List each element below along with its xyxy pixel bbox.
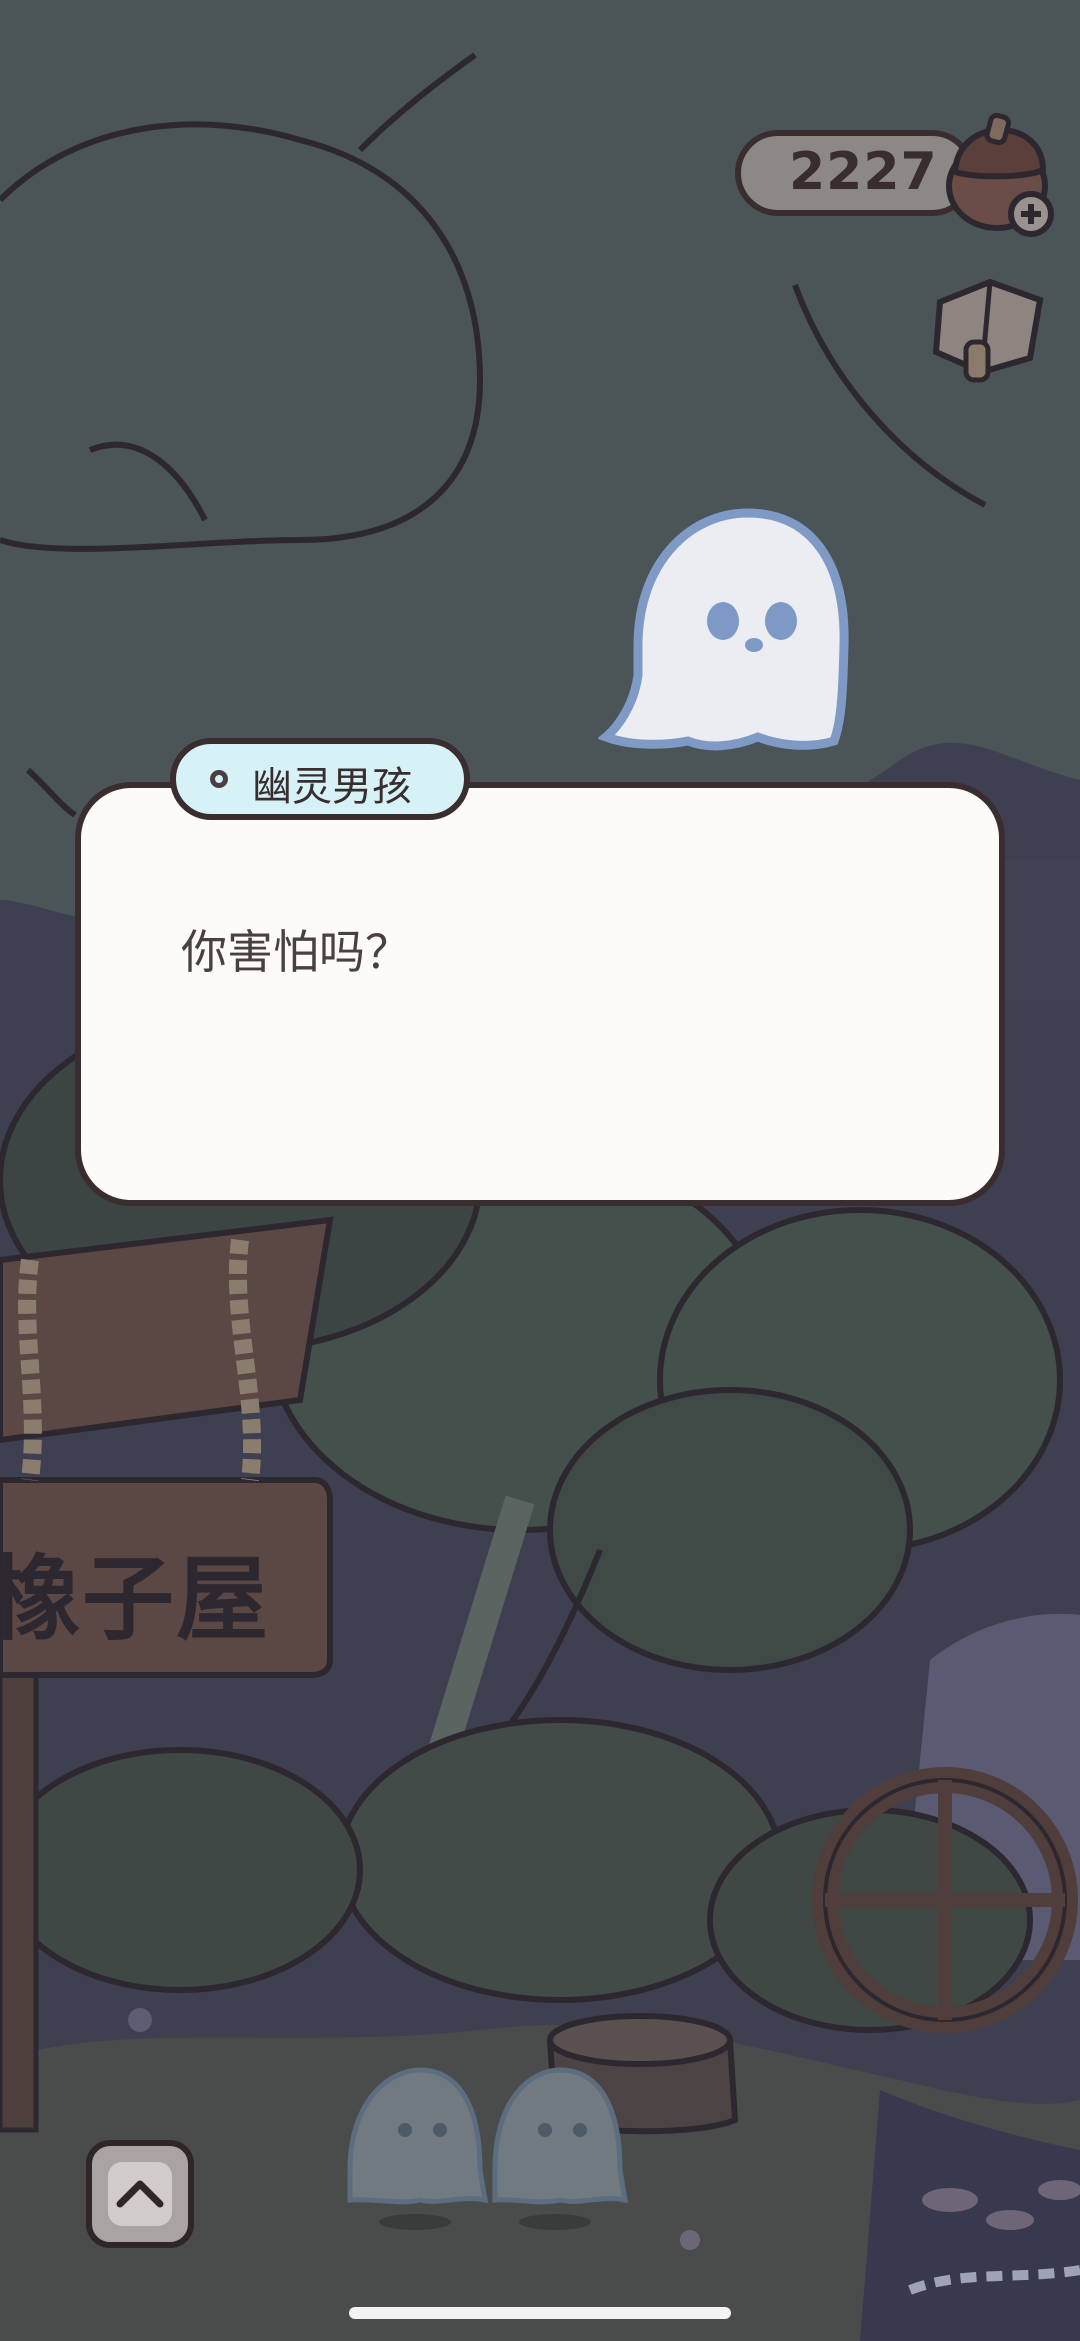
home-indicator[interactable] — [349, 2307, 731, 2319]
chevron-up-icon — [108, 2162, 172, 2226]
acorn-icon[interactable] — [945, 112, 1057, 238]
sign-text: 橡子屋 — [0, 1545, 271, 1653]
ghost-boy-character[interactable] — [598, 505, 850, 755]
nametag-dot-icon — [210, 770, 228, 788]
expand-up-button[interactable] — [86, 2140, 194, 2248]
speaker-nametag: 幽灵男孩 — [170, 738, 470, 820]
speaker-name: 幽灵男孩 — [252, 764, 412, 810]
ghost-eye — [765, 602, 797, 640]
dialog-message: 你害怕吗？ — [181, 925, 411, 979]
journal-icon[interactable] — [930, 272, 1048, 384]
currency-count: 2227 — [789, 142, 938, 202]
currency-counter[interactable]: 2227 — [735, 130, 975, 216]
ghost-eye — [707, 602, 739, 640]
dialog-box[interactable]: 你害怕吗？ — [75, 782, 1005, 1206]
